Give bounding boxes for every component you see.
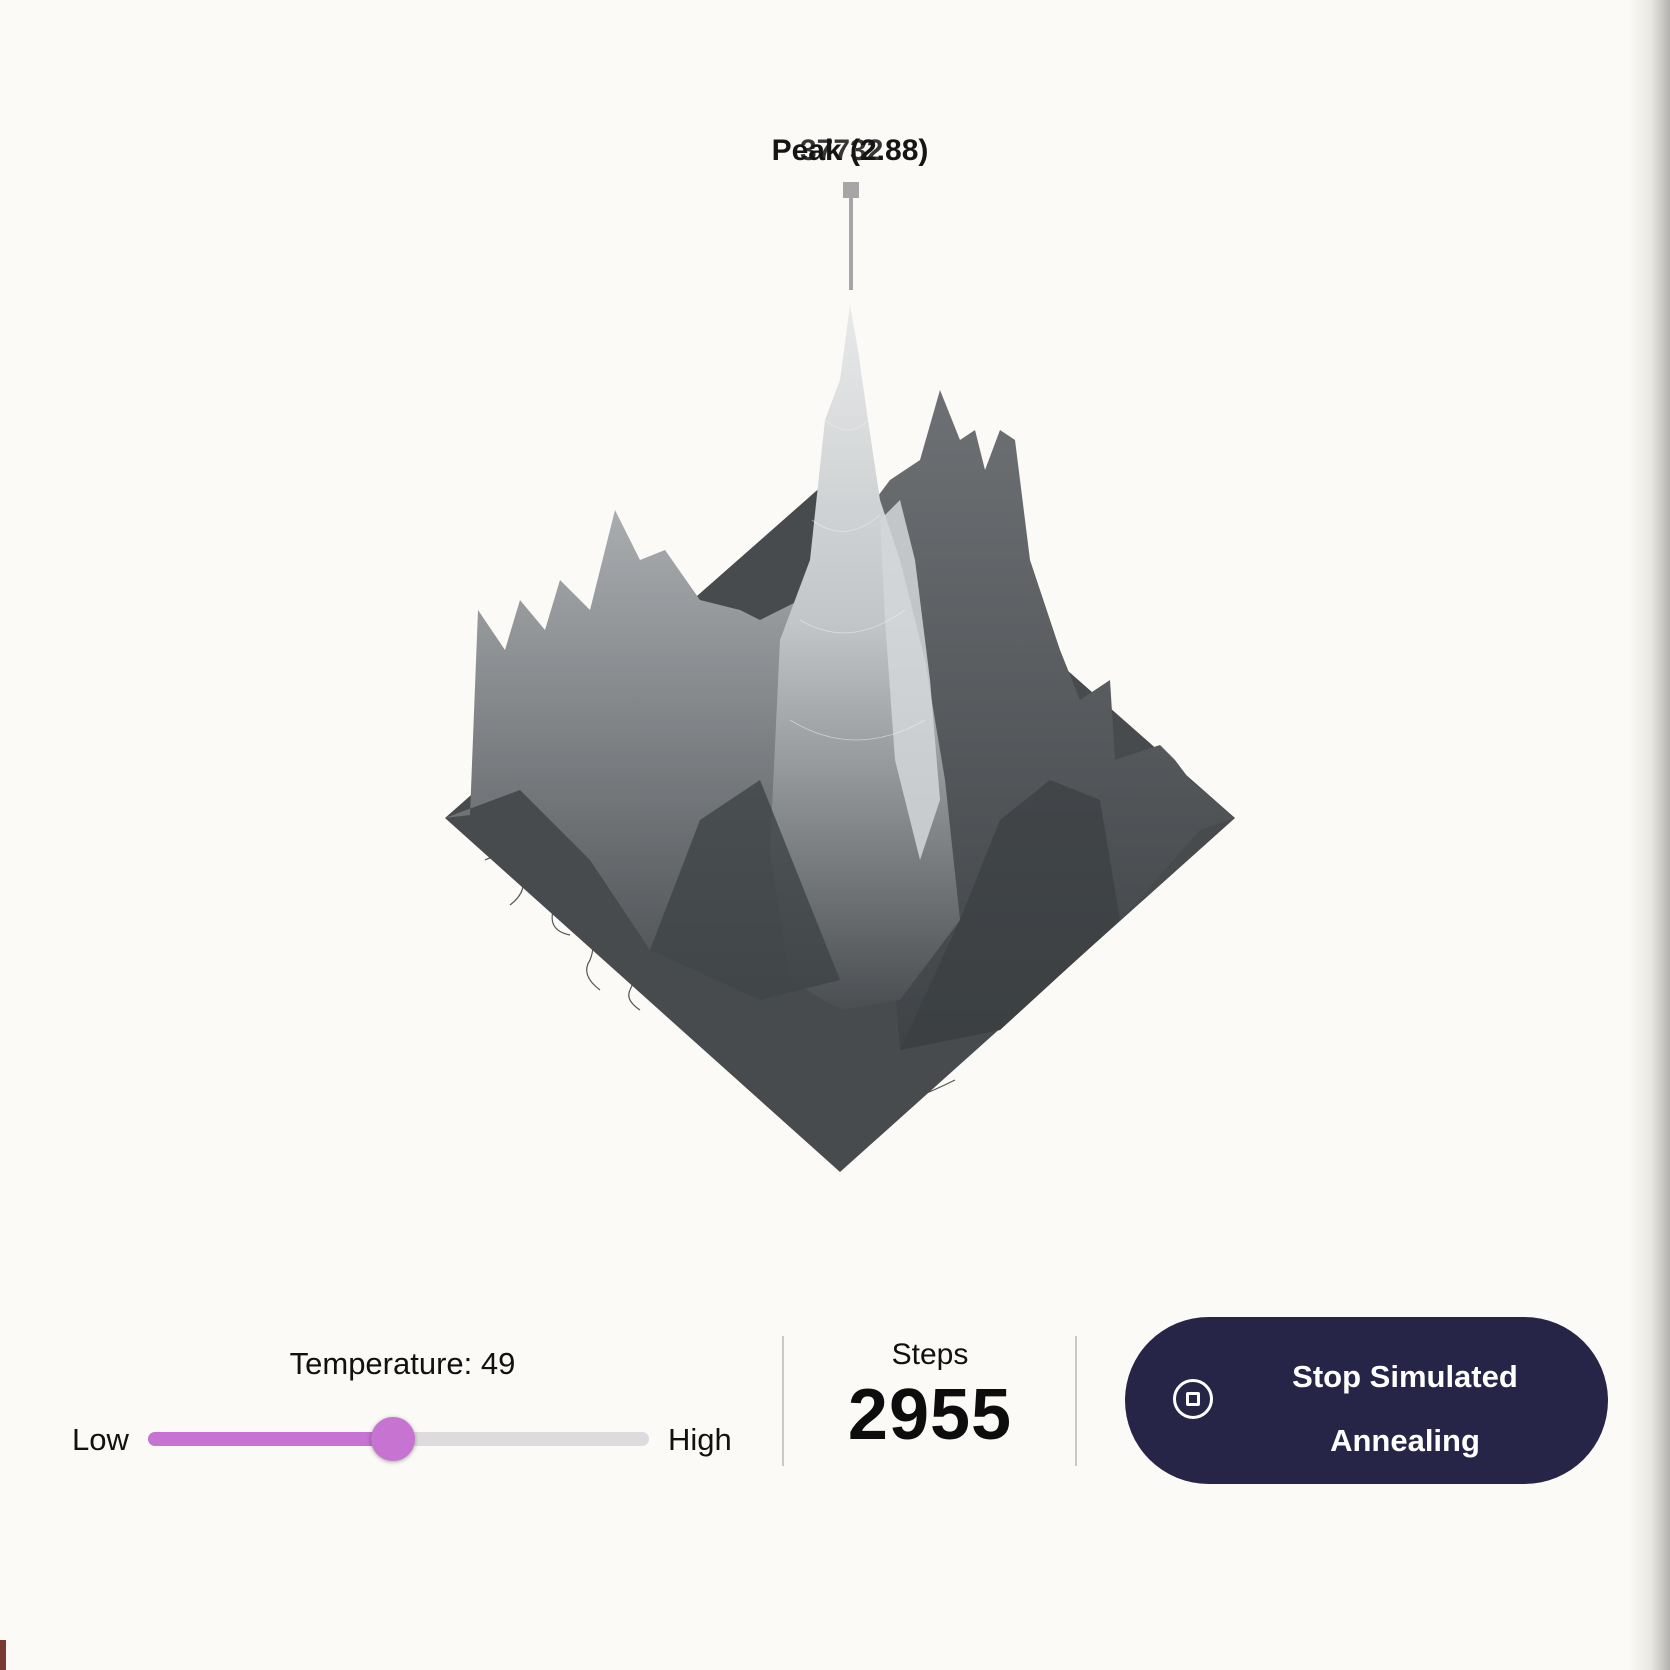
- steps-label: Steps: [891, 1338, 969, 1371]
- window-edge-shadow: [1628, 0, 1670, 1670]
- divider-right: [1075, 1336, 1077, 1466]
- slider-high-label: High: [668, 1422, 732, 1457]
- temperature-slider-thumb[interactable]: [371, 1417, 415, 1461]
- stop-circle-icon: [1173, 1379, 1213, 1419]
- landscape-surface: [445, 182, 1235, 1172]
- peak-marker-icon: [843, 182, 859, 198]
- steps-counter: 2955: [847, 1375, 1013, 1455]
- temperature-slider-fill: [148, 1432, 393, 1446]
- peak-marker-line: [849, 198, 853, 290]
- stop-annealing-button[interactable]: Stop Simulated Annealing: [1125, 1317, 1608, 1484]
- peak-label-overlay: 37732: [800, 134, 884, 167]
- landscape-3d-view[interactable]: Peak (2.88) 37732: [0, 0, 1670, 1260]
- window-corner: [0, 1640, 6, 1670]
- temperature-slider[interactable]: [148, 1417, 649, 1461]
- annealing-app: Peak (2.88) 37732 Temperature: 49 Low Hi…: [0, 0, 1670, 1670]
- temperature-title: Temperature: 49: [289, 1346, 516, 1381]
- slider-low-label: Low: [72, 1422, 129, 1457]
- peak-label: Peak (2.88) 37732: [745, 134, 955, 168]
- divider-left: [782, 1336, 784, 1466]
- stop-annealing-label: Stop Simulated Annealing: [1292, 1359, 1518, 1458]
